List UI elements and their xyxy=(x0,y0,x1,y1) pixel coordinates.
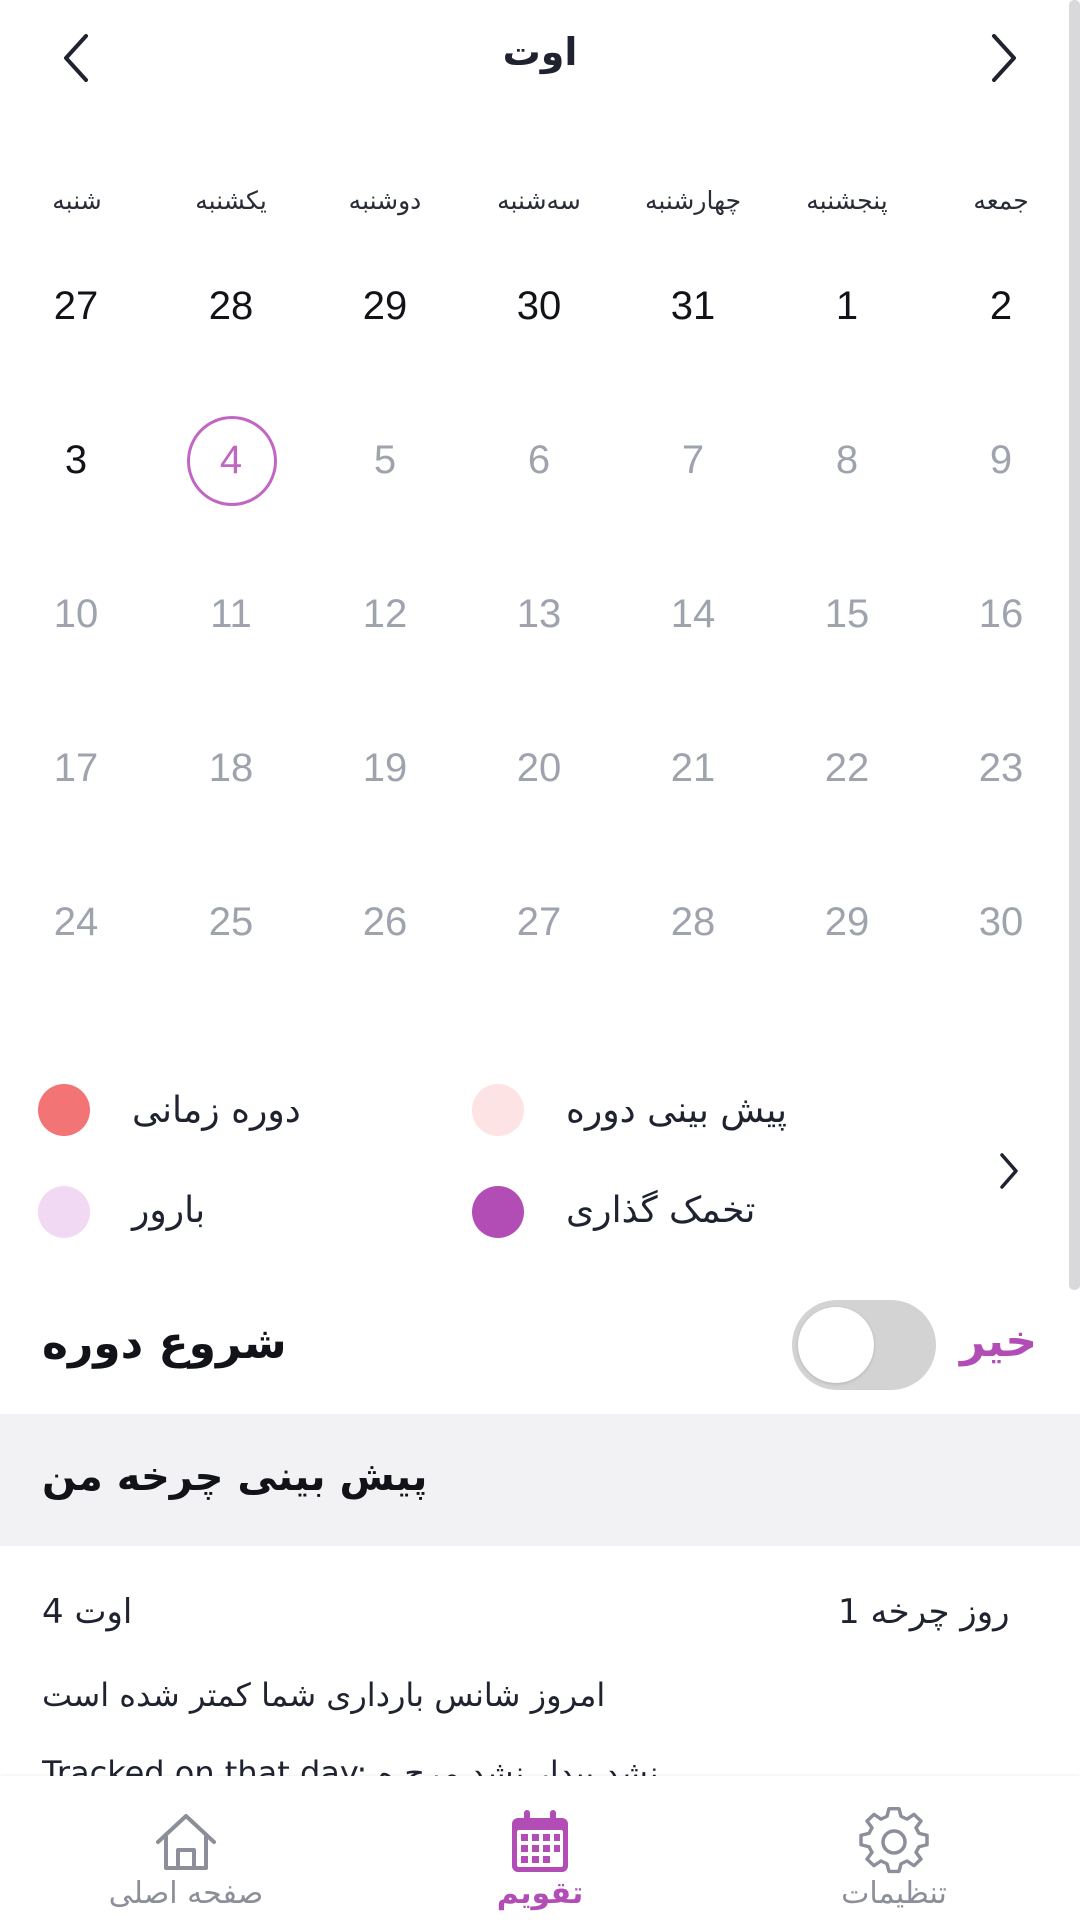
period-start-row: شروع دوره خیر xyxy=(0,1290,1080,1414)
day-cell[interactable]: 28 xyxy=(181,256,281,356)
calendar-grid: 27 28 29 30 31 1 2 3 4 5 6 7 8 9 10 11 12 13 14 15 16 17 18 19 2… xyxy=(0,0,1080,1000)
day-cell[interactable]: 13 xyxy=(489,564,589,664)
day-cell[interactable]: 23 xyxy=(951,718,1051,818)
nav-label-settings: تنظیمات xyxy=(841,1876,947,1911)
nav-label-calendar: تقویم xyxy=(496,1876,584,1911)
day-cell[interactable]: 9 xyxy=(951,410,1051,510)
prediction-title: پیش بینی چرخه من xyxy=(42,1454,428,1500)
day-cell-today[interactable]: 4 xyxy=(181,410,281,510)
day-cell[interactable]: 7 xyxy=(643,410,743,510)
selected-date: 4 اوت xyxy=(42,1592,133,1632)
legend-label-ovulation: تخمک گذاری xyxy=(566,1190,756,1231)
day-cell[interactable]: 15 xyxy=(797,564,897,664)
day-cell[interactable]: 27 xyxy=(26,256,126,356)
day-cell[interactable]: 12 xyxy=(335,564,435,664)
day-cell[interactable]: 31 xyxy=(643,256,743,356)
day-cell[interactable]: 27 xyxy=(489,872,589,972)
period-start-title: شروع دوره xyxy=(42,1318,287,1369)
home-icon xyxy=(156,1814,216,1870)
day-cell[interactable]: 8 xyxy=(797,410,897,510)
day-cell[interactable]: 19 xyxy=(335,718,435,818)
day-cell[interactable]: 29 xyxy=(335,256,435,356)
legend-label-period: دوره زمانی xyxy=(132,1090,301,1131)
day-cell[interactable]: 30 xyxy=(489,256,589,356)
cycle-day: روز چرخه 1 xyxy=(838,1592,1010,1632)
legend-item-ovulation xyxy=(472,1182,524,1242)
legend: دوره زمانی پیش بینی دوره بارور تخمک گذار… xyxy=(0,1080,1080,1260)
day-cell[interactable]: 29 xyxy=(797,872,897,972)
legend-item-period-prediction xyxy=(472,1080,524,1140)
period-prediction-dot xyxy=(472,1084,524,1136)
day-cell[interactable]: 16 xyxy=(951,564,1051,664)
legend-label-fertile: بارور xyxy=(132,1190,206,1231)
day-cell[interactable]: 30 xyxy=(951,872,1051,972)
day-cell[interactable]: 20 xyxy=(489,718,589,818)
day-cell[interactable]: 5 xyxy=(335,410,435,510)
day-cell[interactable]: 11 xyxy=(181,564,281,664)
bottom-navigation: صفحه اصلی تقویم تنظیمات xyxy=(0,1776,1080,1920)
day-cell[interactable]: 10 xyxy=(26,564,126,664)
day-cell[interactable]: 24 xyxy=(26,872,126,972)
nav-tab-settings[interactable]: تنظیمات xyxy=(784,1776,1004,1920)
day-cell[interactable]: 25 xyxy=(181,872,281,972)
day-cell[interactable]: 18 xyxy=(181,718,281,818)
day-cell[interactable]: 14 xyxy=(643,564,743,664)
fertile-dot xyxy=(38,1186,90,1238)
nav-tab-calendar[interactable]: تقویم xyxy=(430,1776,650,1920)
chevron-right-icon xyxy=(1000,1153,1018,1189)
legend-label-period-prediction: پیش بینی دوره xyxy=(566,1090,788,1131)
day-cell[interactable]: 1 xyxy=(797,256,897,356)
legend-item-period xyxy=(38,1080,90,1140)
prediction-section-header: پیش بینی چرخه من xyxy=(0,1414,1080,1546)
legend-item-fertile xyxy=(38,1182,90,1242)
day-cell[interactable]: 22 xyxy=(797,718,897,818)
gear-icon xyxy=(859,1807,929,1874)
ovulation-dot xyxy=(472,1186,524,1238)
legend-more-button[interactable] xyxy=(984,1146,1034,1196)
day-cell[interactable]: 28 xyxy=(643,872,743,972)
calendar-icon xyxy=(512,1810,568,1872)
period-dot xyxy=(38,1084,90,1136)
pregnancy-chance-text: امروز شانس بارداری شما کمتر شده است xyxy=(42,1676,606,1714)
toggle-knob xyxy=(798,1307,874,1383)
day-cell[interactable]: 21 xyxy=(643,718,743,818)
day-cell[interactable]: 2 xyxy=(951,256,1051,356)
day-cell[interactable]: 26 xyxy=(335,872,435,972)
period-start-toggle[interactable] xyxy=(792,1300,936,1390)
day-cell[interactable]: 3 xyxy=(26,410,126,510)
calendar-screen: اوت شنبه یکشنبه دوشنبه سه‌شنبه چهارشنبه … xyxy=(0,0,1080,1920)
day-cell[interactable]: 17 xyxy=(26,718,126,818)
toggle-state-label: خیر xyxy=(960,1316,1038,1367)
nav-tab-home[interactable]: صفحه اصلی xyxy=(76,1776,296,1920)
day-cell[interactable]: 6 xyxy=(489,410,589,510)
nav-label-home: صفحه اصلی xyxy=(108,1876,264,1911)
